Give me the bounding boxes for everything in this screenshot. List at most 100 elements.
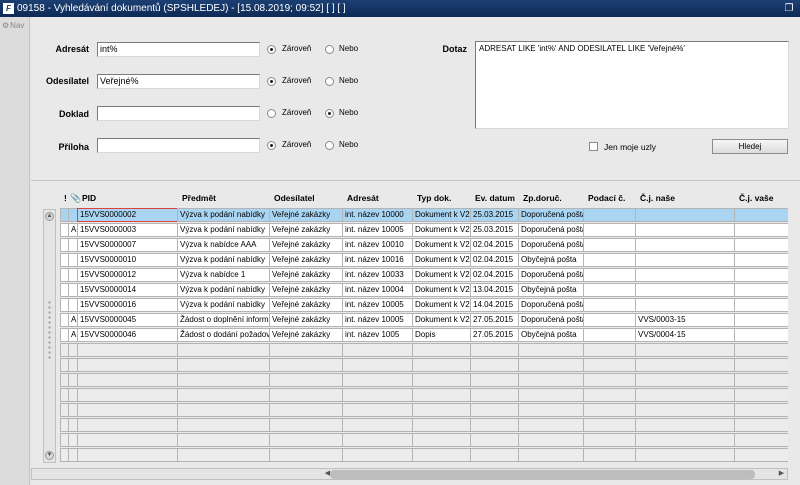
scroll-thumb[interactable]: [330, 470, 755, 479]
cell-odesilatel[interactable]: [269, 343, 343, 357]
cell-cj_vase[interactable]: [734, 208, 788, 222]
cell-pid[interactable]: [77, 373, 178, 387]
doklad-zaroven-radio[interactable]: [267, 109, 276, 118]
cell-cj_nase[interactable]: [635, 403, 735, 417]
cell-cj_vase[interactable]: [734, 268, 788, 282]
cell-predmet[interactable]: [177, 403, 270, 417]
odesilatel-zaroven-radio[interactable]: [267, 77, 276, 86]
cell-cj_nase[interactable]: [635, 418, 735, 432]
cell-zpusob[interactable]: Doporučená pošta: [518, 208, 584, 222]
cell-adresat[interactable]: int. název 1005: [342, 328, 413, 342]
cell-podaci[interactable]: [583, 343, 636, 357]
cell-odesilatel[interactable]: Veřejné zakázky: [269, 268, 343, 282]
cell-adresat[interactable]: [342, 358, 413, 372]
cell-predmet[interactable]: Výzva k nabídce 1: [177, 268, 270, 282]
col-header-cj-nase[interactable]: Č.j. naše: [640, 193, 675, 203]
cell-pid[interactable]: [77, 388, 178, 402]
cell-podaci[interactable]: [583, 208, 636, 222]
cell-podaci[interactable]: [583, 238, 636, 252]
cell-adresat[interactable]: int. název 10005: [342, 313, 413, 327]
cell-podaci[interactable]: [583, 223, 636, 237]
cell-cj_vase[interactable]: [734, 223, 788, 237]
col-header-typ[interactable]: Typ dok.: [417, 193, 451, 203]
cell-predmet[interactable]: Výzva k podání nabídky: [177, 283, 270, 297]
cell-adresat[interactable]: [342, 448, 413, 462]
cell-pid[interactable]: [77, 433, 178, 447]
cell-cj_nase[interactable]: [635, 268, 735, 282]
cell-predmet[interactable]: [177, 343, 270, 357]
cell-cj_vase[interactable]: [734, 328, 788, 342]
cell-podaci[interactable]: [583, 373, 636, 387]
cell-typ[interactable]: Dokument k V2: [412, 313, 471, 327]
cell-adresat[interactable]: int. název 10033: [342, 268, 413, 282]
cell-cj_nase[interactable]: [635, 388, 735, 402]
cell-adresat[interactable]: [342, 433, 413, 447]
col-header-datum[interactable]: Ev. datum: [475, 193, 515, 203]
odesilatel-input[interactable]: Veřejné%: [97, 74, 260, 89]
cell-zpusob[interactable]: Obyčejná pošta: [518, 283, 584, 297]
cell-predmet[interactable]: [177, 433, 270, 447]
cell-adresat[interactable]: int. název 10000: [342, 208, 413, 222]
cell-typ[interactable]: Dokument k V2: [412, 298, 471, 312]
cell-pid[interactable]: 15VVS0000012: [77, 268, 178, 282]
col-header-cj-vase[interactable]: Č.j. vaše: [739, 193, 774, 203]
cell-cj_nase[interactable]: [635, 343, 735, 357]
cell-adresat[interactable]: int. název 10004: [342, 283, 413, 297]
cell-adresat[interactable]: int. název 10010: [342, 238, 413, 252]
cell-datum[interactable]: 02.04.2015: [470, 268, 519, 282]
cell-adresat[interactable]: int. název 10005: [342, 298, 413, 312]
cell-adresat[interactable]: [342, 373, 413, 387]
cell-odesilatel[interactable]: [269, 418, 343, 432]
cell-datum[interactable]: 14.04.2015: [470, 298, 519, 312]
cell-cj_vase[interactable]: [734, 253, 788, 267]
table-row[interactable]: [60, 448, 788, 462]
cell-podaci[interactable]: [583, 283, 636, 297]
cell-typ[interactable]: [412, 343, 471, 357]
cell-cj_nase[interactable]: VVS/0004-15: [635, 328, 735, 342]
cell-podaci[interactable]: [583, 448, 636, 462]
cell-cj_vase[interactable]: [734, 433, 788, 447]
cell-cj_nase[interactable]: [635, 238, 735, 252]
paperclip-icon[interactable]: 📎: [70, 193, 81, 204]
cell-pid[interactable]: [77, 343, 178, 357]
cell-podaci[interactable]: [583, 358, 636, 372]
cell-cj_vase[interactable]: [734, 238, 788, 252]
cell-podaci[interactable]: [583, 328, 636, 342]
cell-odesilatel[interactable]: Veřejné zakázky: [269, 298, 343, 312]
cell-typ[interactable]: [412, 388, 471, 402]
cell-odesilatel[interactable]: Veřejné zakázky: [269, 283, 343, 297]
cell-predmet[interactable]: Žádost o doplnění informací: [177, 313, 270, 327]
adresat-zaroven-radio[interactable]: [267, 45, 276, 54]
cell-podaci[interactable]: [583, 268, 636, 282]
cell-cj_vase[interactable]: [734, 283, 788, 297]
table-row[interactable]: [60, 388, 788, 403]
cell-zpusob[interactable]: Doporučená pošta: [518, 238, 584, 252]
cell-predmet[interactable]: [177, 358, 270, 372]
cell-zpusob[interactable]: [518, 358, 584, 372]
cell-pid[interactable]: [77, 403, 178, 417]
cell-datum[interactable]: [470, 418, 519, 432]
cell-pid[interactable]: 15VVS0000046: [77, 328, 178, 342]
cell-typ[interactable]: Dokument k V2: [412, 208, 471, 222]
cell-podaci[interactable]: [583, 403, 636, 417]
col-header-pid[interactable]: PID: [82, 193, 96, 203]
cell-datum[interactable]: 25.03.2015: [470, 208, 519, 222]
horizontal-scrollbar[interactable]: ◀ ▶: [31, 468, 788, 480]
cell-cj_nase[interactable]: VVS/0003-15: [635, 313, 735, 327]
cell-predmet[interactable]: Výzva k nabídce AAA: [177, 238, 270, 252]
cell-datum[interactable]: 02.04.2015: [470, 253, 519, 267]
vertical-scrollbar[interactable]: ▲ ▼: [43, 209, 56, 463]
cell-predmet[interactable]: Výzva k podání nabídky: [177, 208, 270, 222]
cell-pid[interactable]: 15VVS0000045: [77, 313, 178, 327]
table-row[interactable]: 15VVS0000010 Výzva k podání nabídky Veřejn…: [60, 253, 788, 268]
cell-predmet[interactable]: Žádost o dodání požadovaných: [177, 328, 270, 342]
cell-odesilatel[interactable]: [269, 388, 343, 402]
cell-adresat[interactable]: int. název 10016: [342, 253, 413, 267]
cell-zpusob[interactable]: [518, 373, 584, 387]
table-row[interactable]: [60, 373, 788, 388]
cell-zpusob[interactable]: [518, 418, 584, 432]
scroll-right-icon[interactable]: ▶: [776, 469, 787, 479]
cell-datum[interactable]: [470, 373, 519, 387]
cell-adresat[interactable]: int. název 10005: [342, 223, 413, 237]
cell-adresat[interactable]: [342, 388, 413, 402]
